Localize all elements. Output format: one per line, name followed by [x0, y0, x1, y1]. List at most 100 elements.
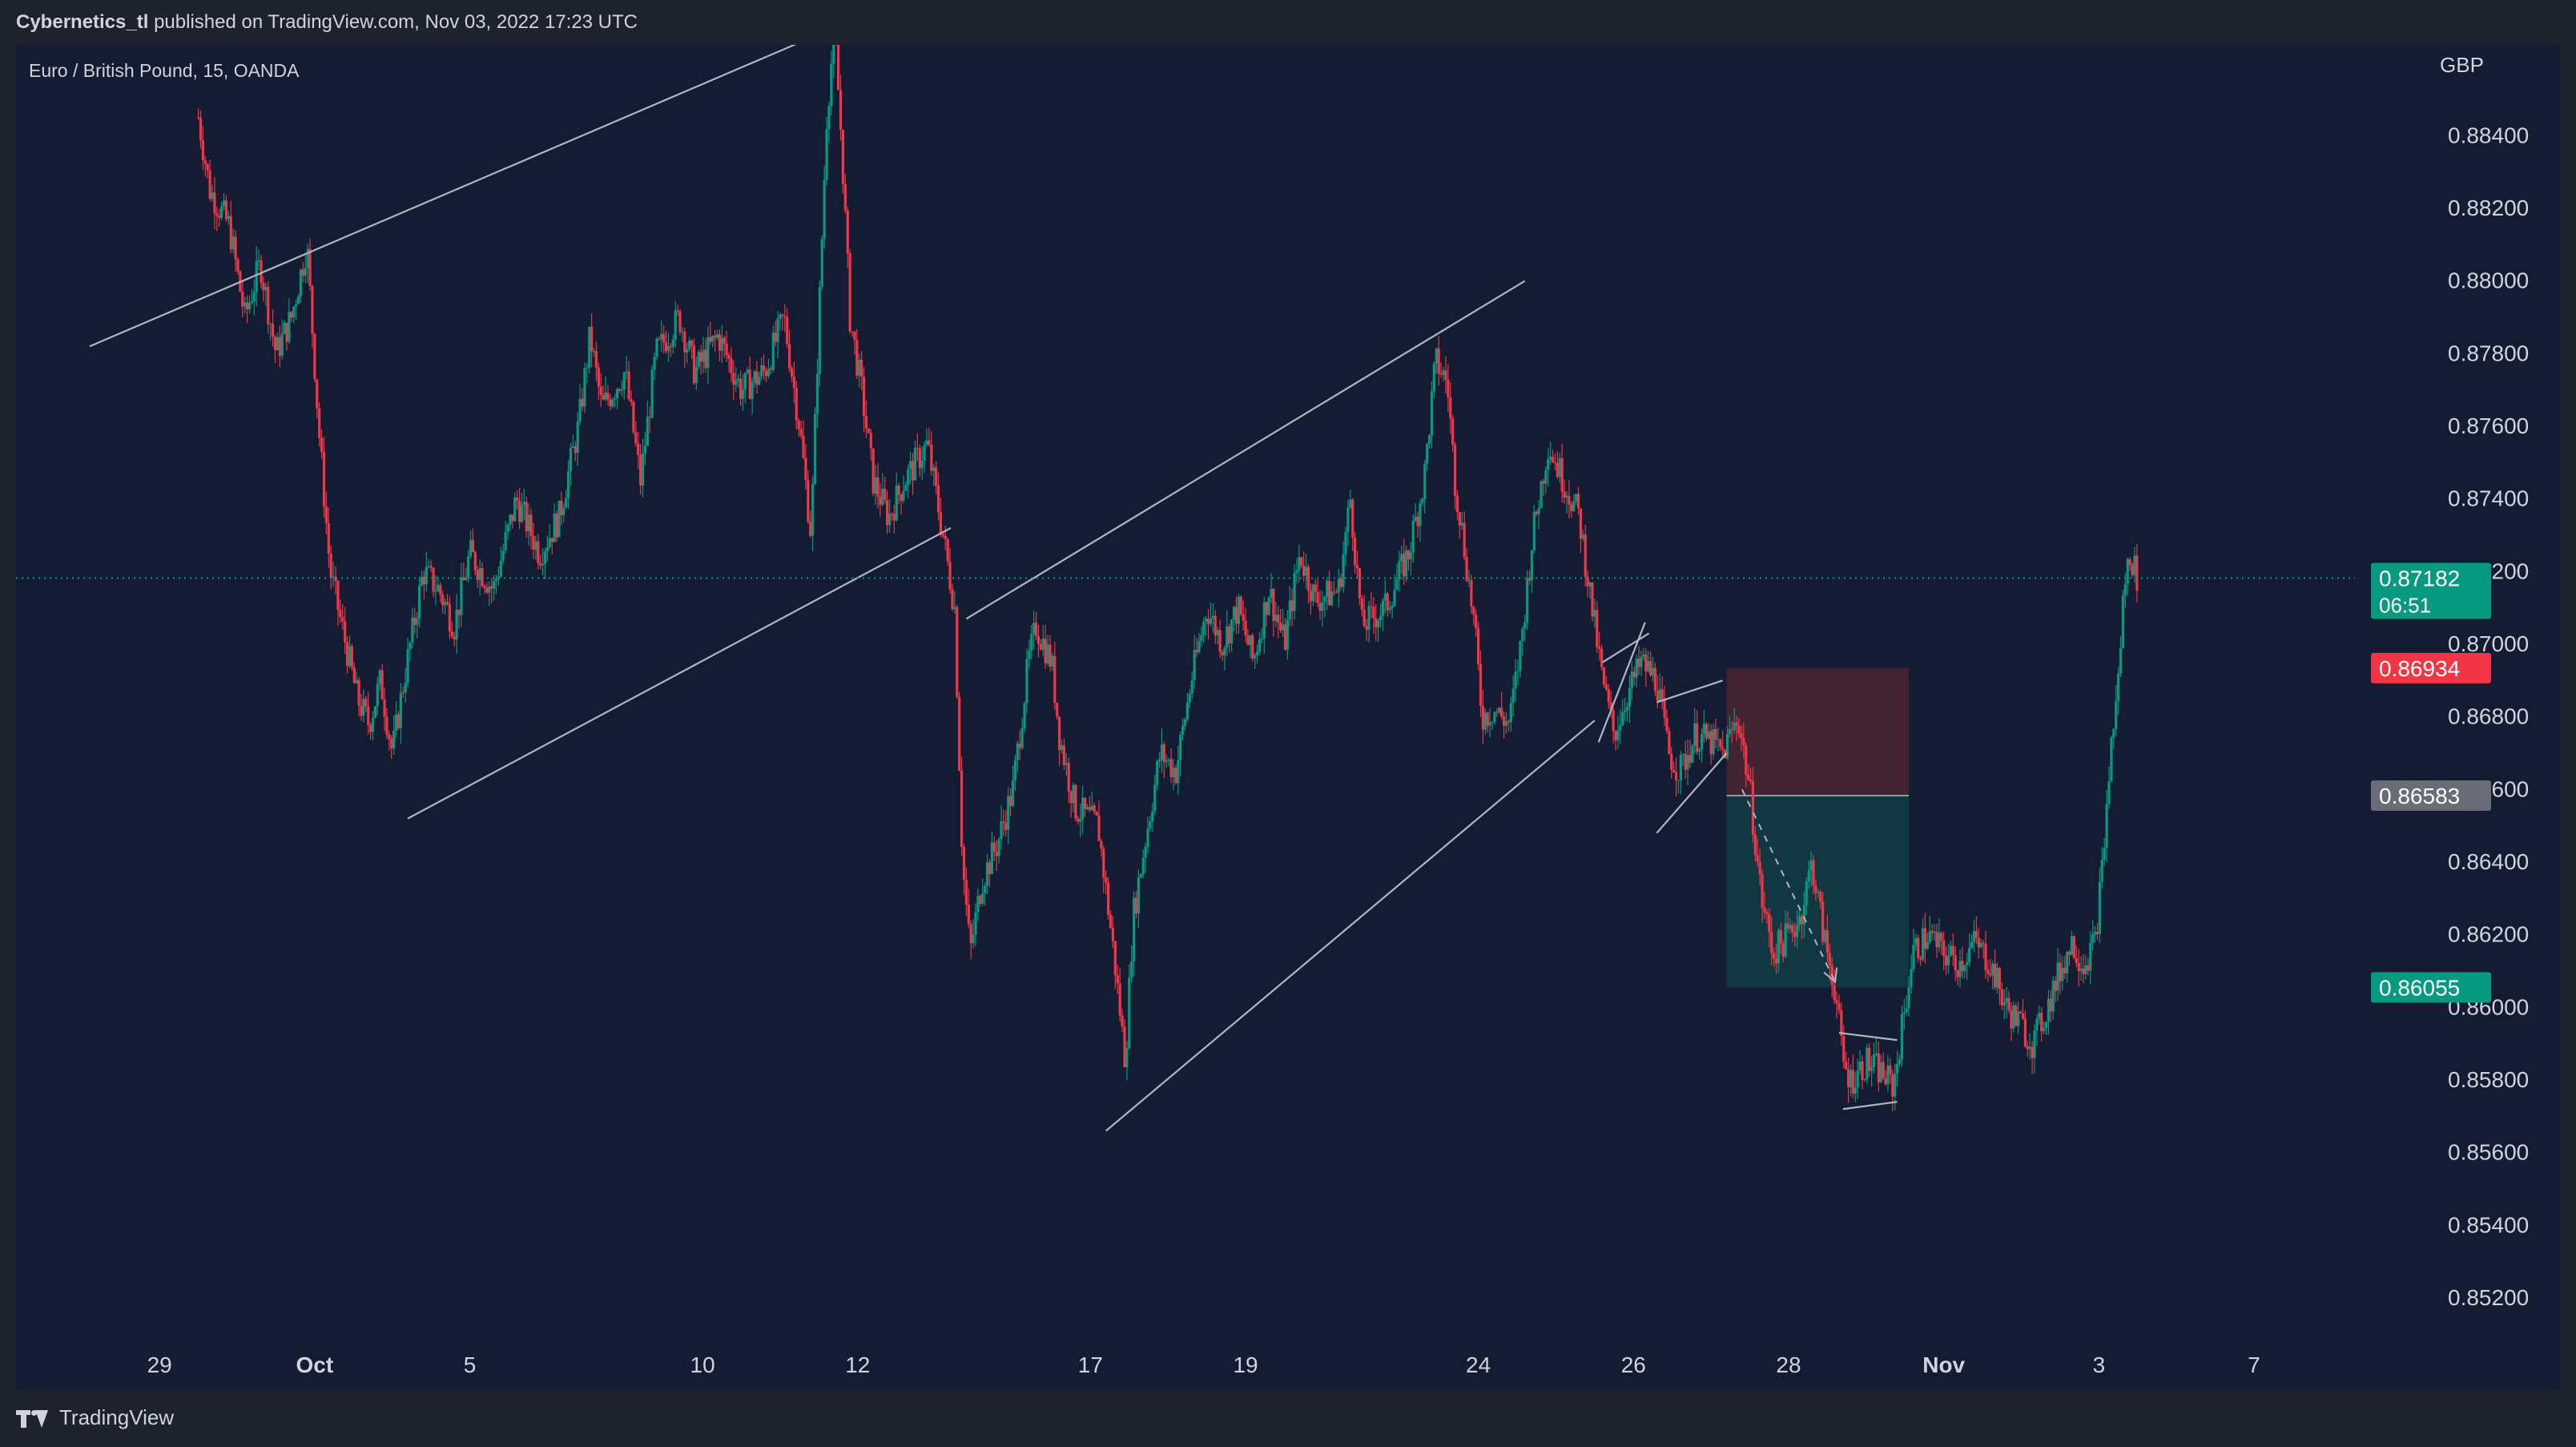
candle-body: [967, 905, 970, 925]
candle-body: [2100, 859, 2103, 882]
candle-body: [411, 617, 414, 643]
candle-body: [804, 457, 807, 481]
candle-body: [218, 216, 221, 218]
candle-body: [2089, 943, 2092, 971]
candle-body: [1651, 667, 1655, 675]
candle-body: [923, 445, 926, 461]
candle-body: [329, 553, 332, 578]
candle-body: [1668, 731, 1671, 755]
candle-body: [509, 514, 512, 525]
candle-body: [1056, 703, 1059, 717]
candle-body: [1118, 983, 1121, 1016]
candle-body: [743, 373, 747, 390]
author-name[interactable]: Cybernetics_tl: [16, 11, 148, 33]
candle-body: [916, 448, 919, 449]
candle-body: [1581, 534, 1584, 539]
candle-body: [1221, 651, 1224, 655]
candle-body: [746, 369, 749, 373]
candle-body: [592, 351, 596, 353]
candle-body: [1167, 759, 1170, 761]
candle-body: [1190, 680, 1193, 694]
candle-body: [516, 498, 519, 502]
candle-body: [1375, 618, 1378, 628]
candle-body: [1486, 712, 1489, 726]
candle-body: [1362, 609, 1366, 627]
candle-body: [790, 368, 794, 377]
candle-body: [907, 469, 910, 486]
price-axis[interactable]: 0.88400 0.88200 0.88000 0.87800 0.87600 0.874…: [2448, 123, 2529, 1310]
trend-line[interactable]: [965, 280, 1526, 620]
candle-body: [434, 590, 437, 592]
short-stop-zone[interactable]: [1726, 667, 1910, 796]
candle-body: [494, 578, 498, 582]
brand[interactable]: TradingView: [16, 1405, 174, 1430]
candle-body: [1644, 654, 1648, 671]
candle-body: [322, 451, 326, 507]
candle-body: [220, 206, 223, 218]
trend-line[interactable]: [1842, 1101, 1898, 1110]
candle-body: [1649, 661, 1652, 675]
candle-body: [1419, 502, 1422, 526]
candle-body: [501, 550, 505, 561]
trend-line[interactable]: [1656, 752, 1728, 834]
candle-body: [976, 896, 980, 913]
candle-body: [1702, 724, 1706, 735]
candle-body: [727, 355, 731, 359]
candle-body: [453, 636, 456, 640]
trend-line[interactable]: [1838, 1031, 1898, 1042]
candle-body: [262, 283, 265, 291]
candle-body: [1598, 647, 1601, 649]
time-tick-label: 19: [1233, 1352, 1258, 1377]
candle-body: [895, 486, 898, 521]
candle-body: [1928, 931, 1931, 942]
trend-line[interactable]: [1656, 679, 1724, 703]
candle-body: [1579, 508, 1583, 539]
candle-body: [625, 371, 628, 373]
candle-body: [1612, 709, 1615, 732]
trend-lines[interactable]: [89, 36, 1898, 1132]
candle-body: [1851, 1070, 1854, 1094]
candle-body: [1624, 710, 1627, 713]
candle-body: [299, 269, 303, 297]
candle-body: [1498, 707, 1501, 713]
chart-area[interactable]: Euro / British Pound, 15, OANDA 0.88400 0…: [16, 7, 2560, 1391]
candle-body: [1316, 592, 1319, 603]
candle-body: [1451, 418, 1455, 445]
candle-body: [2002, 1002, 2006, 1006]
candle-body: [1784, 923, 1787, 957]
symbol-label[interactable]: Euro / British Pound, 15, OANDA: [29, 60, 300, 81]
candle-body: [1074, 784, 1077, 819]
candle-body: [1407, 550, 1411, 560]
candle-body: [1593, 610, 1596, 617]
candle-body: [1244, 620, 1247, 636]
candle-body: [1298, 557, 1301, 570]
price-chart[interactable]: Euro / British Pound, 15, OANDA 0.884000…: [16, 7, 2560, 1391]
candle-body: [730, 358, 733, 373]
candle-body: [1537, 508, 1540, 514]
candle-body: [1427, 435, 1431, 445]
candle-body: [2012, 1005, 2015, 1029]
candle-body: [1753, 834, 1757, 855]
trend-line[interactable]: [89, 36, 812, 348]
candle-body: [1942, 940, 1946, 957]
candle-body: [506, 524, 509, 533]
candle-body: [534, 541, 537, 550]
candle-body: [290, 312, 293, 318]
candle-body: [1246, 635, 1250, 645]
candle-body: [483, 586, 486, 588]
candle-body: [355, 679, 358, 683]
candle-body: [2126, 559, 2129, 584]
candle-body: [1560, 458, 1564, 492]
candle-body: [1679, 755, 1682, 780]
candle-body: [1270, 588, 1273, 599]
candle-body: [2023, 1018, 2027, 1046]
currency-label[interactable]: GBP: [2440, 53, 2484, 77]
candle-body: [2079, 968, 2083, 972]
candle-body: [1621, 712, 1624, 726]
candle-body: [1330, 591, 1334, 606]
candle-body: [1372, 607, 1375, 619]
candle-body: [1049, 644, 1052, 667]
candle-body: [992, 842, 996, 852]
trend-line[interactable]: [407, 526, 952, 820]
time-axis[interactable]: 29 Oct 5 10 12 17 19 24 26 28 Nov 3 7: [147, 1352, 2260, 1377]
